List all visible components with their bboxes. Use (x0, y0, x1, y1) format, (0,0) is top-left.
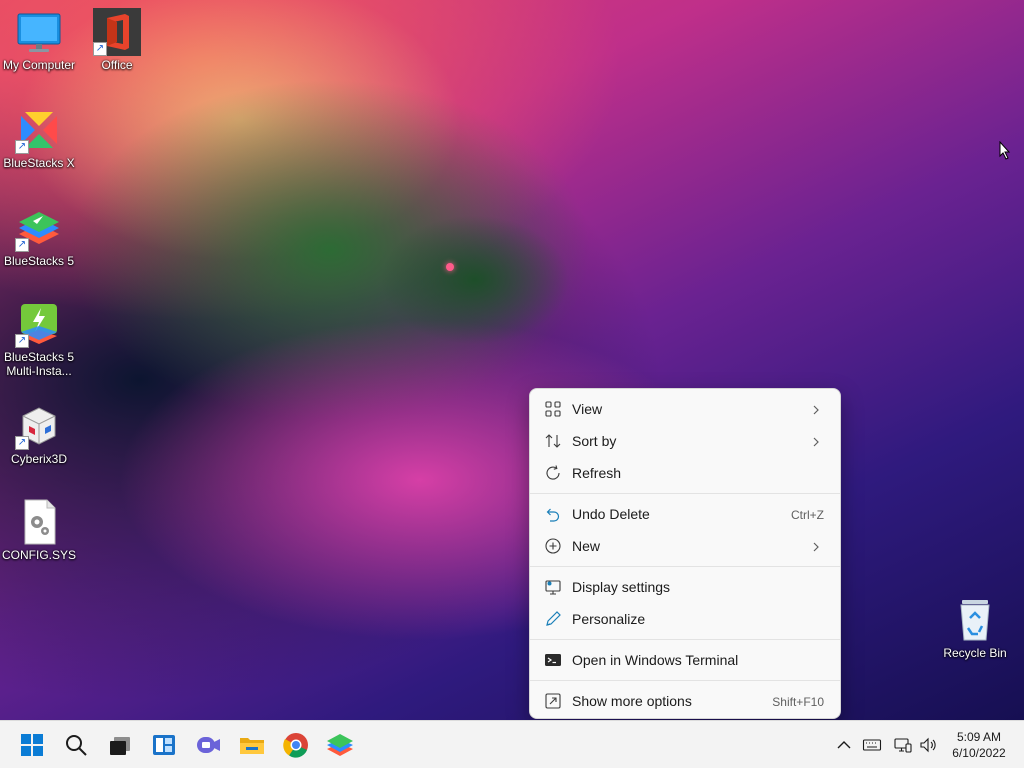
bluestacks-icon[interactable] (324, 729, 356, 761)
keyboard-shortcut: Ctrl+Z (791, 508, 824, 522)
menu-separator (530, 680, 840, 681)
refresh-icon (544, 464, 562, 482)
menu-item-view[interactable]: View (534, 394, 836, 424)
search-icon[interactable] (60, 729, 92, 761)
taskbar-clock[interactable]: 5:09 AM 6/10/2022 (944, 729, 1014, 761)
desktop-icon-bluestacks-multi-instance[interactable]: ↗ BlueStacks 5 Multi-Insta... (0, 300, 78, 378)
menu-item-show-more-options[interactable]: Show more options Shift+F10 (534, 686, 836, 716)
volume-icon[interactable] (918, 735, 938, 755)
chevron-right-icon (810, 403, 822, 415)
teams-chat-icon[interactable] (192, 729, 224, 761)
bluestacks-5-icon: ↗ (15, 204, 63, 252)
start-icon[interactable] (16, 729, 48, 761)
chrome-icon[interactable] (280, 729, 312, 761)
chevron-right-icon (810, 540, 822, 552)
desktop-icon-label: Office (101, 58, 133, 72)
menu-item-label: Refresh (572, 465, 622, 481)
desktop-icon-label: BlueStacks 5 Multi-Insta... (3, 350, 75, 378)
chevron-right-icon (810, 435, 822, 447)
undo-icon (544, 505, 562, 523)
menu-item-label: Personalize (572, 611, 646, 627)
task-view-icon[interactable] (104, 729, 136, 761)
wallpaper-dragon (380, 215, 570, 345)
keyboard-shortcut: Shift+F10 (772, 695, 824, 709)
menu-item-label: Show more options (572, 693, 692, 709)
desktop-icon-label: CONFIG.SYS (1, 548, 76, 562)
wallpaper-dragon-eye (446, 263, 454, 271)
desktop-icon-bluestacks-5[interactable]: ↗ BlueStacks 5 (0, 204, 78, 268)
menu-item-new[interactable]: New (534, 531, 836, 561)
pen-icon (544, 610, 562, 628)
desktop-icon-config-sys[interactable]: CONFIG.SYS (0, 498, 78, 562)
display-settings-icon (544, 578, 562, 596)
menu-separator (530, 566, 840, 567)
desktop-icon-my-computer[interactable]: My Computer (0, 8, 78, 72)
shortcut-arrow-icon: ↗ (15, 436, 29, 450)
monitor-icon (15, 8, 63, 56)
shortcut-arrow-icon: ↗ (93, 42, 107, 56)
menu-item-label: Sort by (572, 433, 617, 449)
clock-time: 5:09 AM (956, 730, 1002, 744)
desktop-icon-recycle-bin[interactable]: Recycle Bin (936, 596, 1014, 660)
desktop-icon-label: Recycle Bin (943, 646, 1007, 660)
clock-date: 6/10/2022 (952, 746, 1006, 760)
shortcut-arrow-icon: ↗ (15, 334, 29, 348)
mouse-cursor-icon (999, 140, 1011, 160)
desktop-wallpaper[interactable]: My Computer ↗ Office ↗ BlueStacks X ↗ Bl… (0, 0, 1024, 720)
menu-separator (530, 493, 840, 494)
desktop-icon-label: BlueStacks 5 (3, 254, 75, 268)
new-plus-icon (544, 537, 562, 555)
shortcut-arrow-icon: ↗ (15, 140, 29, 154)
menu-item-label: Undo Delete (572, 506, 650, 522)
menu-item-display-settings[interactable]: Display settings (534, 572, 836, 602)
bluestacks-multi-instance-icon: ↗ (15, 300, 63, 348)
file-explorer-icon[interactable] (236, 729, 268, 761)
network-icon[interactable] (893, 735, 913, 755)
menu-item-undo-delete[interactable]: Undo Delete Ctrl+Z (534, 499, 836, 529)
view-grid-icon (544, 400, 562, 418)
cyberix3d-icon: ↗ (15, 402, 63, 450)
widgets-icon[interactable] (148, 729, 180, 761)
shortcut-arrow-icon: ↗ (15, 238, 29, 252)
menu-item-sort-by[interactable]: Sort by (534, 426, 836, 456)
terminal-icon (544, 651, 562, 669)
more-options-icon (544, 692, 562, 710)
system-file-icon (15, 498, 63, 546)
desktop-icon-office[interactable]: ↗ Office (78, 8, 156, 72)
menu-item-label: Display settings (572, 579, 671, 595)
keyboard-icon[interactable] (862, 735, 882, 755)
menu-separator (530, 639, 840, 640)
menu-item-label: View (572, 401, 603, 417)
menu-item-refresh[interactable]: Refresh (534, 458, 836, 488)
menu-item-label: New (572, 538, 601, 554)
sort-icon (544, 432, 562, 450)
desktop-icon-label: My Computer (2, 58, 76, 72)
desktop-icon-cyberix3d[interactable]: ↗ Cyberix3D (0, 402, 78, 466)
bluestacks-x-icon: ↗ (15, 106, 63, 154)
desktop-icon-label: Cyberix3D (10, 452, 67, 466)
menu-item-personalize[interactable]: Personalize (534, 604, 836, 634)
recycle-bin-icon (951, 596, 999, 644)
chevron-up-icon[interactable] (834, 735, 854, 755)
desktop-context-menu: View Sort by Refresh Undo Delete Ctrl+Z … (529, 388, 841, 719)
menu-item-open-in-windows-terminal[interactable]: Open in Windows Terminal (534, 645, 836, 675)
taskbar: 5:09 AM 6/10/2022 (0, 720, 1024, 768)
menu-item-label: Open in Windows Terminal (572, 652, 739, 668)
office-icon: ↗ (93, 8, 141, 56)
desktop-icon-label: BlueStacks X (3, 156, 75, 170)
desktop-icon-bluestacks-x[interactable]: ↗ BlueStacks X (0, 106, 78, 170)
